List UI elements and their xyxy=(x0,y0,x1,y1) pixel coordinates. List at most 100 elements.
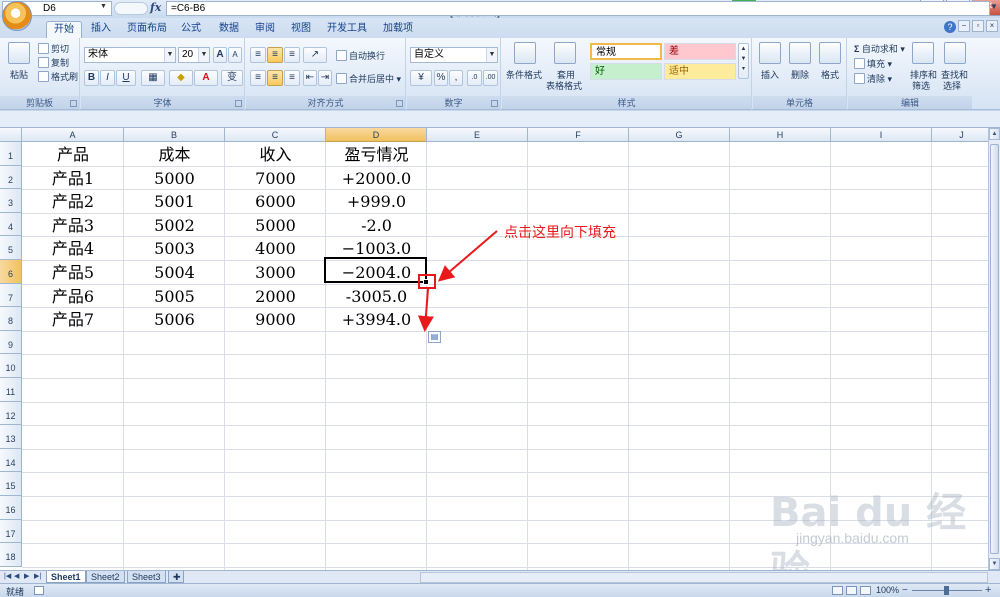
style-bad[interactable]: 差 xyxy=(664,43,736,60)
increase-decimal-button[interactable]: .0 xyxy=(467,70,482,86)
macro-record-icon[interactable] xyxy=(34,586,44,595)
align-right-button[interactable]: ≡ xyxy=(284,70,300,86)
paste-button[interactable]: 粘贴 xyxy=(10,68,28,81)
scroll-up-button[interactable]: ▲ xyxy=(989,128,1000,140)
align-top-button[interactable]: ≡ xyxy=(250,47,266,63)
decrease-indent-button[interactable]: ⇤ xyxy=(303,70,317,86)
font-name-select[interactable]: 宋体 ▼ xyxy=(84,47,176,63)
increase-indent-button[interactable]: ⇥ xyxy=(318,70,332,86)
format-cells-button[interactable]: 格式 xyxy=(821,68,839,81)
shrink-font-button[interactable]: A xyxy=(228,47,242,63)
currency-button[interactable]: ¥ xyxy=(410,70,432,86)
scroll-down-button[interactable]: ▼ xyxy=(989,558,1000,570)
font-color-button[interactable]: A xyxy=(194,70,218,86)
sheet-tab-1[interactable]: Sheet1 xyxy=(46,571,86,583)
vertical-scrollbar[interactable]: ▲ ▼ xyxy=(988,128,1000,570)
zoom-level[interactable]: 100% xyxy=(876,585,899,595)
clear-button[interactable]: 清除 ▾ xyxy=(854,72,892,85)
horizontal-scrollbar[interactable] xyxy=(420,572,988,583)
paste-icon[interactable] xyxy=(8,42,30,64)
conditional-format-button[interactable]: 条件格式 xyxy=(506,68,542,81)
normal-view-icon[interactable] xyxy=(832,586,843,595)
font-size-select[interactable]: 20 ▼ xyxy=(178,47,210,63)
bold-button[interactable]: B xyxy=(84,70,99,86)
delete-cells-icon[interactable] xyxy=(789,42,811,64)
wb-minimize-button[interactable]: − xyxy=(958,20,970,32)
format-cells-icon[interactable] xyxy=(819,42,841,64)
office-button[interactable] xyxy=(2,1,32,31)
tab-developer[interactable]: 开发工具 xyxy=(324,21,370,38)
format-as-table-button[interactable]: 表格格式 xyxy=(546,79,582,92)
borders-button[interactable]: ▦ xyxy=(141,70,165,86)
tab-page-layout[interactable]: 页面布局 xyxy=(124,21,170,38)
underline-button[interactable]: U xyxy=(116,70,136,86)
align-bottom-button[interactable]: ≡ xyxy=(284,47,300,63)
phonetic-button[interactable]: 变 xyxy=(221,70,243,86)
zoom-in-button[interactable]: + xyxy=(985,584,991,596)
wb-restore-button[interactable]: ▫ xyxy=(972,20,984,32)
tab-view[interactable]: 视图 xyxy=(286,21,316,38)
merge-center-button[interactable]: 合并后居中 ▾ xyxy=(336,72,401,85)
formula-input[interactable]: =C6-B6 xyxy=(166,1,990,16)
format-painter-button[interactable]: 格式刷 xyxy=(38,70,78,83)
find-select-icon[interactable] xyxy=(944,42,966,64)
insert-function-icon[interactable]: fx xyxy=(150,1,161,14)
percent-button[interactable]: % xyxy=(434,70,448,86)
tab-home[interactable]: 开始 xyxy=(46,21,82,38)
fill-button[interactable]: 填充 ▾ xyxy=(854,57,892,70)
style-neutral[interactable]: 适中 xyxy=(664,63,736,80)
insert-sheet-button[interactable]: ✚ xyxy=(168,571,184,583)
zoom-out-button[interactable]: − xyxy=(902,585,908,596)
sheet-tab-3[interactable]: Sheet3 xyxy=(127,571,166,583)
align-center-button[interactable]: ≡ xyxy=(267,70,283,86)
expand-formula-bar-icon[interactable]: ▼ xyxy=(990,2,998,11)
help-icon[interactable]: ? xyxy=(944,21,956,33)
tab-insert[interactable]: 插入 xyxy=(86,21,116,38)
dialog-launcher-icon[interactable] xyxy=(235,100,242,107)
page-break-view-icon[interactable] xyxy=(860,586,871,595)
wrap-text-button[interactable]: 自动换行 xyxy=(336,49,385,62)
tab-addins[interactable]: 加载项 xyxy=(378,21,418,38)
tab-data[interactable]: 数据 xyxy=(214,21,244,38)
sheet-tab-2[interactable]: Sheet2 xyxy=(86,571,125,583)
formula-bar-divider[interactable] xyxy=(114,2,148,15)
copy-button[interactable]: 复制 xyxy=(38,56,69,69)
dialog-launcher-icon[interactable] xyxy=(491,100,498,107)
format-as-table-icon[interactable] xyxy=(554,42,576,64)
number-format-select[interactable]: 自定义 ▼ xyxy=(410,47,498,63)
insert-cells-button[interactable]: 插入 xyxy=(761,68,779,81)
prev-sheet-button[interactable]: ◀ xyxy=(14,572,22,580)
sort-filter-button[interactable]: 筛选 xyxy=(912,79,930,92)
fill-color-button[interactable]: ◆ xyxy=(169,70,193,86)
style-good[interactable]: 好 xyxy=(590,63,662,80)
sort-filter-icon[interactable] xyxy=(912,42,934,64)
chevron-down-icon[interactable]: ▼ xyxy=(100,3,107,10)
grow-font-button[interactable]: A xyxy=(213,47,227,63)
dialog-launcher-icon[interactable] xyxy=(396,100,403,107)
align-left-button[interactable]: ≡ xyxy=(250,70,266,86)
autosum-button[interactable]: Σ 自动求和 ▾ xyxy=(854,42,905,55)
delete-cells-button[interactable]: 删除 xyxy=(791,68,809,81)
first-sheet-button[interactable]: |◀ xyxy=(4,572,12,580)
italic-button[interactable]: I xyxy=(100,70,115,86)
style-normal[interactable]: 常规 xyxy=(590,43,662,60)
conditional-format-icon[interactable] xyxy=(514,42,536,64)
dialog-launcher-icon[interactable] xyxy=(70,100,77,107)
find-select-button[interactable]: 选择 xyxy=(943,79,961,92)
comma-button[interactable]: , xyxy=(449,70,463,86)
wb-close-button[interactable]: × xyxy=(986,20,998,32)
next-sheet-button[interactable]: ▶ xyxy=(24,572,32,580)
scrollbar-thumb[interactable] xyxy=(990,144,999,554)
styles-scroll[interactable]: ▲ ▼ ▾ xyxy=(738,43,749,79)
orientation-button[interactable]: ↗ xyxy=(303,47,327,63)
decrease-decimal-button[interactable]: .00 xyxy=(483,70,498,86)
align-middle-button[interactable]: ≡ xyxy=(267,47,283,63)
insert-cells-icon[interactable] xyxy=(759,42,781,64)
zoom-slider-thumb[interactable] xyxy=(944,586,949,595)
tab-formulas[interactable]: 公式 xyxy=(176,21,206,38)
worksheet-grid[interactable]: ABCDEFGHIJ 1 2 3 4 5 6 7 8 9 10 11 12 13 14 15 16 17 18 产… xyxy=(0,128,988,570)
page-layout-view-icon[interactable] xyxy=(846,586,857,595)
tab-review[interactable]: 审阅 xyxy=(250,21,280,38)
last-sheet-button[interactable]: ▶| xyxy=(34,572,42,580)
cut-button[interactable]: 剪切 xyxy=(38,42,69,55)
